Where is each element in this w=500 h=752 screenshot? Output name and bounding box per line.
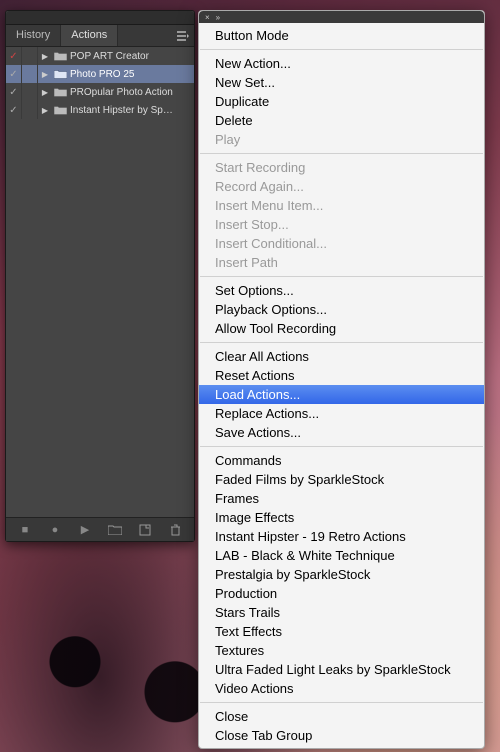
new-set-button[interactable] bbox=[104, 520, 126, 540]
menu-item[interactable]: Commands bbox=[199, 451, 484, 470]
panel-footer: ■ ● ▶ bbox=[6, 517, 194, 541]
menu-item[interactable]: Duplicate bbox=[199, 92, 484, 111]
triangle-right-icon: ▶ bbox=[42, 106, 48, 115]
checkmark-icon: ✓ bbox=[9, 51, 17, 62]
menu-item[interactable]: Playback Options... bbox=[199, 300, 484, 319]
triangle-right-icon: ▶ bbox=[42, 52, 48, 61]
folder-icon bbox=[52, 69, 68, 79]
menu-item[interactable]: Save Actions... bbox=[199, 423, 484, 442]
folder-icon bbox=[52, 105, 68, 115]
menu-item[interactable]: Close Tab Group bbox=[199, 726, 484, 745]
panel-flyout-menu: × » Button Mode New Action...New Set...Du… bbox=[198, 10, 485, 749]
menu-item[interactable]: Production bbox=[199, 584, 484, 603]
menu-item[interactable]: Faded Films by SparkleStock bbox=[199, 470, 484, 489]
menu-item[interactable]: Ultra Faded Light Leaks by SparkleStock bbox=[199, 660, 484, 679]
action-set-list: ✓ ▶ POP ART Creator ✓ ▶ Photo PRO 25 ✓ ▶ PROpula… bbox=[6, 47, 194, 517]
tab-actions[interactable]: Actions bbox=[61, 25, 118, 46]
checkmark-icon: ✓ bbox=[9, 69, 17, 80]
menu-item: Insert Conditional... bbox=[199, 234, 484, 253]
menu-item[interactable]: Set Options... bbox=[199, 281, 484, 300]
menu-separator bbox=[200, 49, 483, 50]
dialog-toggle[interactable] bbox=[22, 83, 38, 101]
menu-item[interactable]: Replace Actions... bbox=[199, 404, 484, 423]
dialog-toggle[interactable] bbox=[22, 101, 38, 119]
action-set-name: Instant Hipster by Sp… bbox=[68, 105, 194, 116]
toggle-checkbox[interactable]: ✓ bbox=[6, 47, 22, 65]
folder-icon bbox=[52, 87, 68, 97]
expand-toggle[interactable]: ▶ bbox=[38, 106, 52, 115]
menu-item[interactable]: Instant Hipster - 19 Retro Actions bbox=[199, 527, 484, 546]
toggle-checkbox[interactable]: ✓ bbox=[6, 83, 22, 101]
menu-item[interactable]: Textures bbox=[199, 641, 484, 660]
menu-item: Insert Menu Item... bbox=[199, 196, 484, 215]
menu-item: Insert Path bbox=[199, 253, 484, 272]
menu-separator bbox=[200, 446, 483, 447]
new-action-button[interactable] bbox=[134, 520, 156, 540]
folder-icon bbox=[52, 51, 68, 61]
menu-separator bbox=[200, 342, 483, 343]
actions-panel: History Actions ✓ ▶ POP ART Creator ✓ ▶ Photo… bbox=[5, 10, 195, 542]
dialog-toggle[interactable] bbox=[22, 65, 38, 83]
menu-item[interactable]: Text Effects bbox=[199, 622, 484, 641]
action-set-row[interactable]: ✓ ▶ Photo PRO 25 bbox=[6, 65, 194, 83]
toggle-checkbox[interactable]: ✓ bbox=[6, 101, 22, 119]
dialog-toggle[interactable] bbox=[22, 47, 38, 65]
menu-item[interactable]: Reset Actions bbox=[199, 366, 484, 385]
menu-item[interactable]: Video Actions bbox=[199, 679, 484, 698]
trash-icon bbox=[170, 524, 181, 536]
menu-item[interactable]: Close bbox=[199, 707, 484, 726]
menu-item: Record Again... bbox=[199, 177, 484, 196]
menu-item[interactable]: LAB - Black & White Technique bbox=[199, 546, 484, 565]
menu-item[interactable]: Frames bbox=[199, 489, 484, 508]
menu-item[interactable]: Clear All Actions bbox=[199, 347, 484, 366]
triangle-right-icon: ▶ bbox=[42, 88, 48, 97]
menu-item[interactable]: Load Actions... bbox=[199, 385, 484, 404]
menu-item[interactable]: Image Effects bbox=[199, 508, 484, 527]
tab-history[interactable]: History bbox=[6, 25, 61, 46]
menu-item: Play bbox=[199, 130, 484, 149]
chevron-right-icon: » bbox=[216, 13, 220, 22]
menu-item[interactable]: Delete bbox=[199, 111, 484, 130]
menu-item: Insert Stop... bbox=[199, 215, 484, 234]
panel-tabbar: History Actions bbox=[6, 25, 194, 47]
expand-toggle[interactable]: ▶ bbox=[38, 70, 52, 79]
play-button[interactable]: ▶ bbox=[74, 520, 96, 540]
record-button[interactable]: ● bbox=[44, 520, 66, 540]
menu-separator bbox=[200, 153, 483, 154]
triangle-right-icon: ▶ bbox=[42, 70, 48, 79]
hamburger-menu-icon bbox=[177, 31, 189, 41]
action-set-row[interactable]: ✓ ▶ POP ART Creator bbox=[6, 47, 194, 65]
checkmark-icon: ✓ bbox=[9, 105, 17, 116]
menu-item[interactable]: Stars Trails bbox=[199, 603, 484, 622]
close-icon: × bbox=[205, 13, 210, 22]
new-page-icon bbox=[139, 524, 151, 536]
folder-icon bbox=[108, 524, 122, 535]
menu-item[interactable]: Button Mode bbox=[199, 26, 484, 45]
action-set-row[interactable]: ✓ ▶ Instant Hipster by Sp… bbox=[6, 101, 194, 119]
checkmark-icon: ✓ bbox=[9, 87, 17, 98]
menu-grip[interactable]: × » bbox=[199, 11, 484, 23]
expand-toggle[interactable]: ▶ bbox=[38, 52, 52, 61]
menu-separator bbox=[200, 702, 483, 703]
delete-button[interactable] bbox=[164, 520, 186, 540]
action-set-name: PROpular Photo Action bbox=[68, 87, 194, 98]
menu-item: Start Recording bbox=[199, 158, 484, 177]
menu-item[interactable]: Prestalgia by SparkleStock bbox=[199, 565, 484, 584]
action-set-row[interactable]: ✓ ▶ PROpular Photo Action bbox=[6, 83, 194, 101]
menu-separator bbox=[200, 276, 483, 277]
menu-item[interactable]: Allow Tool Recording bbox=[199, 319, 484, 338]
stop-button[interactable]: ■ bbox=[14, 520, 36, 540]
action-set-name: POP ART Creator bbox=[68, 51, 194, 62]
menu-item[interactable]: New Set... bbox=[199, 73, 484, 92]
expand-toggle[interactable]: ▶ bbox=[38, 88, 52, 97]
toggle-checkbox[interactable]: ✓ bbox=[6, 65, 22, 83]
action-set-name: Photo PRO 25 bbox=[68, 69, 194, 80]
menu-item[interactable]: New Action... bbox=[199, 54, 484, 73]
panel-grip[interactable] bbox=[6, 11, 194, 25]
panel-menu-button[interactable] bbox=[172, 25, 194, 46]
